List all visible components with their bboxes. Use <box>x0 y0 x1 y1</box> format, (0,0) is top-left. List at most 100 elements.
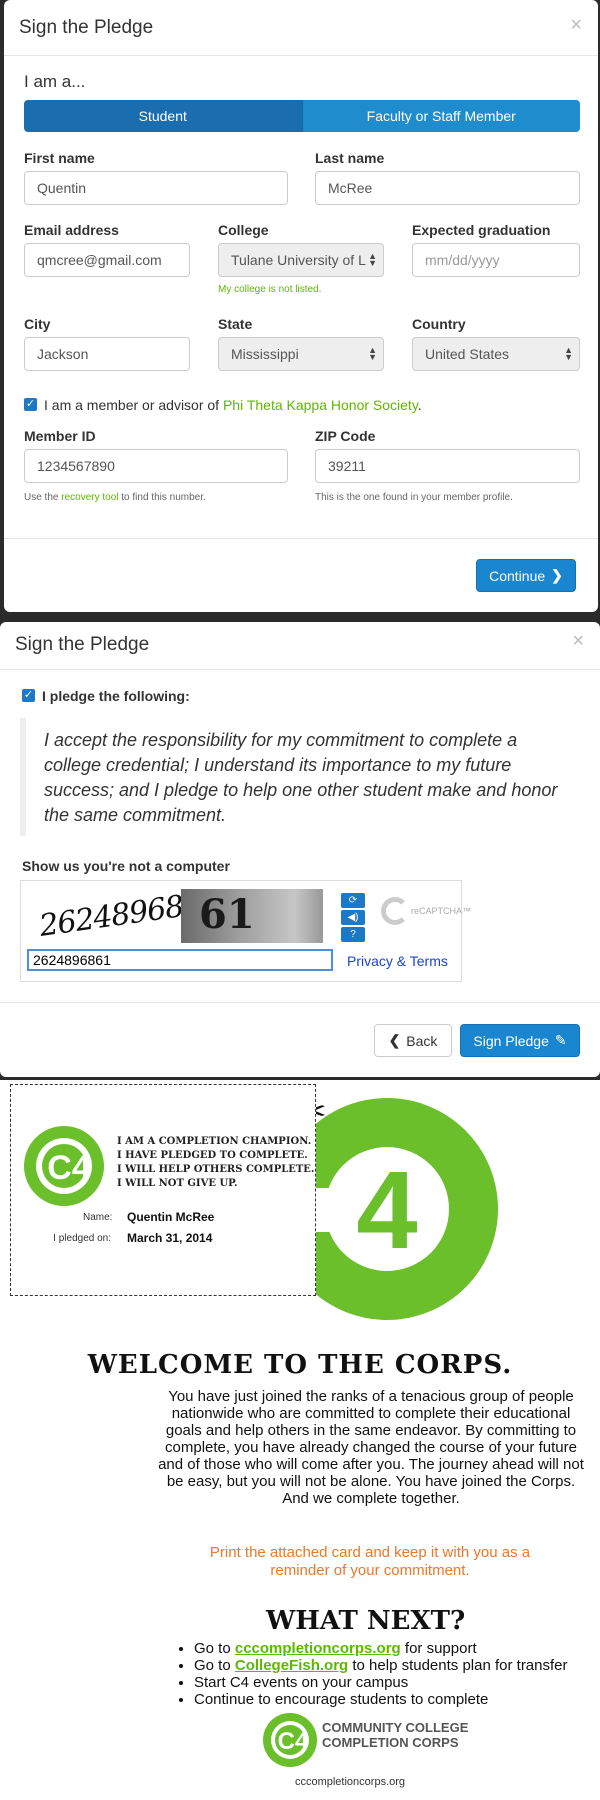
modal-footer: ❮ Back Sign Pledge ✎ <box>0 1002 600 1077</box>
captcha-widget: 26248968 61 ⟳ ◀) ? reCAPTCHA™ 2624896861… <box>20 880 471 982</box>
c4-large-digit: 4 <box>356 1149 417 1272</box>
help-icon[interactable]: ? <box>341 927 365 942</box>
college-label: College <box>218 222 269 238</box>
pledge-label: I pledge the following: <box>42 688 190 704</box>
pledge-confirm-modal: Sign the Pledge × ✓ I pledge the followi… <box>0 622 600 1077</box>
list-item: Go to CollegeFish.org to help students p… <box>194 1657 568 1674</box>
refresh-icon[interactable]: ⟳ <box>341 893 365 908</box>
role-faculty-button[interactable]: Faculty or Staff Member <box>301 100 580 132</box>
member-id-help-suffix: to find this number. <box>118 492 206 503</box>
ptk-label: I am a member or advisor of Phi Theta Ka… <box>44 397 422 413</box>
pledge-line: I AM A COMPLETION CHAMPION. <box>117 1136 312 1147</box>
captcha-label: Show us you're not a computer <box>22 858 230 874</box>
item-text: for support <box>400 1640 477 1657</box>
list-item: Go to cccompletioncorps.org for support <box>194 1640 568 1657</box>
college-select[interactable]: Tulane University of L ▲ ▼ <box>218 243 384 277</box>
state-select[interactable]: Mississippi ▲ ▼ <box>218 337 384 371</box>
captcha-word-2: 61 <box>199 891 255 938</box>
recaptcha-logo-text: reCAPTCHA™ <box>411 906 472 916</box>
item-text: to help students plan for transfer <box>348 1657 568 1674</box>
graduation-input[interactable]: mm/dd/yyyy <box>412 243 580 277</box>
item-text: Go to <box>194 1657 235 1674</box>
back-label: Back <box>406 1032 438 1049</box>
privacy-terms-link[interactable]: Privacy & Terms <box>347 953 448 969</box>
last-name-label: Last name <box>315 150 385 166</box>
captcha-image: 26248968 61 <box>29 887 329 945</box>
modal-title: Sign the Pledge <box>19 17 154 38</box>
captcha-photo: 61 <box>181 889 323 943</box>
city-label: City <box>24 316 51 332</box>
continue-label: Continue <box>489 567 546 584</box>
modal-footer: Continue ❯ <box>4 538 598 612</box>
next-steps-list: Go to cccompletioncorps.org for support … <box>194 1640 568 1708</box>
zip-label: ZIP Code <box>315 428 376 444</box>
email-label: Email address <box>24 222 119 238</box>
zip-input[interactable]: 39211 <box>315 449 580 483</box>
welcome-paragraph: You have just joined the ranks of a tena… <box>158 1388 584 1507</box>
ptk-link[interactable]: Phi Theta Kappa Honor Society <box>223 397 418 413</box>
pledge-line: I WILL NOT GIVE UP. <box>117 1178 238 1189</box>
close-icon[interactable]: × <box>570 14 582 37</box>
card-name-label: Name: <box>83 1212 113 1223</box>
recaptcha-ring-icon <box>381 897 409 925</box>
select-arrows-icon: ▲ ▼ <box>368 345 377 362</box>
list-item: Start C4 events on your campus <box>194 1674 568 1691</box>
collegefish-link[interactable]: CollegeFish.org <box>235 1657 348 1674</box>
first-name-label: First name <box>24 150 95 166</box>
graduation-label: Expected graduation <box>412 222 551 238</box>
select-arrows-icon: ▲ ▼ <box>564 345 573 362</box>
modal-header: Sign the Pledge × <box>0 622 600 670</box>
role-toggle: Student Faculty or Staff Member <box>24 100 580 132</box>
state-value: Mississippi <box>231 346 299 362</box>
c4-card-text: C4 <box>47 1149 91 1187</box>
last-name-input[interactable]: McRee <box>315 171 580 205</box>
c4-card-logo: C4 <box>24 1126 104 1206</box>
role-student-button[interactable]: Student <box>24 100 302 132</box>
footer-name-line: COMPLETION CORPS <box>322 1735 459 1750</box>
country-label: Country <box>412 316 466 332</box>
zip-help: This is the one found in your member pro… <box>315 492 513 503</box>
continue-button[interactable]: Continue ❯ <box>476 559 576 592</box>
pledge-checkbox[interactable]: ✓ <box>22 689 35 702</box>
country-select[interactable]: United States ▲ ▼ <box>412 337 580 371</box>
email-input[interactable]: qmcree@gmail.com <box>24 243 190 277</box>
c4-footer-text: C4 <box>278 1728 309 1755</box>
sign-pledge-label: Sign Pledge <box>473 1032 549 1049</box>
footer-org-name: COMMUNITY COLLEGE COMPLETION CORPS <box>322 1720 468 1750</box>
pencil-icon: ✎ <box>554 1032 567 1048</box>
country-value: United States <box>425 346 510 362</box>
what-next-heading: WHAT NEXT? <box>266 1606 466 1636</box>
card-name-value: Quentin McRee <box>127 1210 215 1224</box>
college-not-listed-link[interactable]: My college is not listed. <box>218 284 321 295</box>
role-heading: I am a... <box>24 72 86 91</box>
ptk-suffix: . <box>417 397 422 413</box>
footer-logo: C4 COMMUNITY COLLEGE COMPLETION CORPS <box>262 1712 482 1772</box>
select-arrows-icon: ▲ ▼ <box>368 251 377 268</box>
card-date-value: March 31, 2014 <box>127 1231 213 1245</box>
chevron-right-icon: ❯ <box>551 567 563 583</box>
pledge-card: C4 I AM A COMPLETION CHAMPION. I HAVE PL… <box>10 1084 316 1296</box>
footer-name-line: COMMUNITY COLLEGE <box>322 1720 469 1735</box>
recaptcha-logo: reCAPTCHA™ <box>381 897 471 925</box>
ptk-prefix: I am a member or advisor of <box>44 397 223 413</box>
sign-pledge-button[interactable]: Sign Pledge ✎ <box>460 1024 580 1057</box>
pledge-quote: I accept the responsibility for my commi… <box>20 718 576 836</box>
cccompletioncorps-link[interactable]: cccompletioncorps.org <box>235 1640 401 1657</box>
list-item: Continue to encourage students to comple… <box>194 1691 568 1708</box>
modal-title: Sign the Pledge <box>15 634 150 655</box>
chevron-left-icon: ❮ <box>388 1032 401 1048</box>
first-name-input[interactable]: Quentin <box>24 171 288 205</box>
recovery-tool-link[interactable]: recovery tool <box>61 492 118 503</box>
college-value: Tulane University of L <box>231 252 366 268</box>
close-icon[interactable]: × <box>572 630 584 653</box>
ptk-checkbox[interactable]: ✓ <box>24 398 37 411</box>
c4-footer-logo: C4 <box>263 1713 317 1767</box>
city-input[interactable]: Jackson <box>24 337 190 371</box>
back-button[interactable]: ❮ Back <box>374 1024 452 1057</box>
audio-icon[interactable]: ◀) <box>341 910 365 925</box>
captcha-input[interactable]: 2624896861 <box>27 949 333 971</box>
state-label: State <box>218 316 253 332</box>
captcha-word-1: 26248968 <box>37 889 186 944</box>
member-id-input[interactable]: 1234567890 <box>24 449 288 483</box>
member-id-help: Use the recovery tool to find this numbe… <box>24 492 206 503</box>
